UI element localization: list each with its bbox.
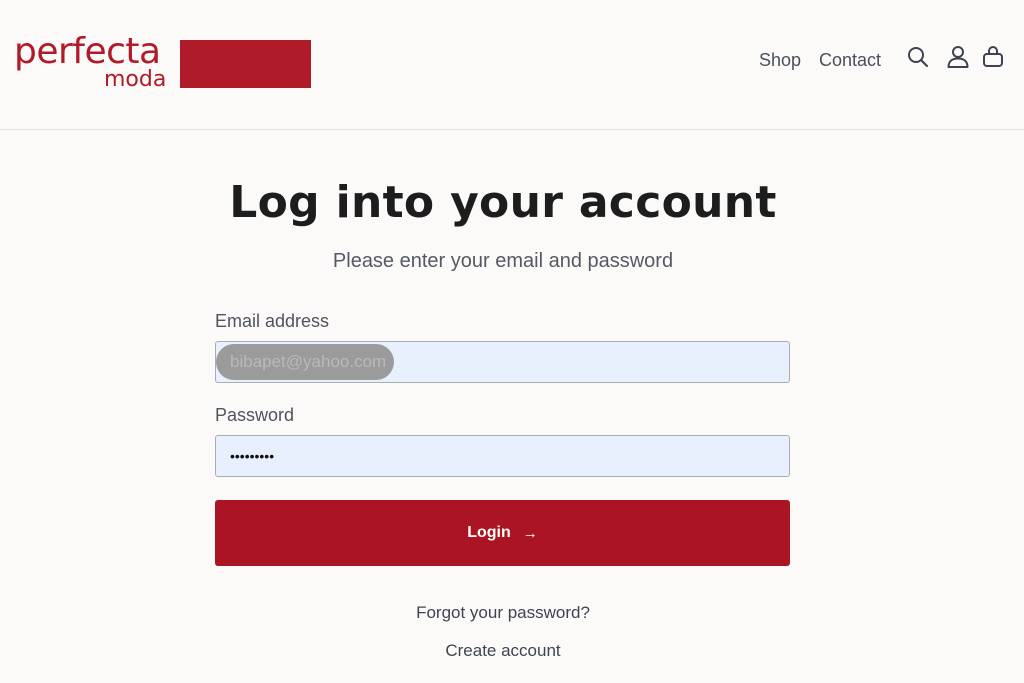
password-label: Password <box>215 405 295 425</box>
site-header: perfecta moda Shop Contact <box>0 0 1024 130</box>
logo-word-perfecta: perfecta <box>14 31 161 72</box>
login-button[interactable]: Login → <box>215 500 790 566</box>
brand-logo[interactable]: perfecta moda <box>14 34 314 94</box>
forgot-password-row: Forgot your password? <box>0 602 1006 624</box>
login-button-label: Login <box>467 524 511 541</box>
password-value: ••••••••• <box>230 448 275 464</box>
email-label: Email address <box>215 311 330 331</box>
logo-word-moda: moda <box>104 67 167 92</box>
arrow-right-icon: → <box>522 524 538 542</box>
page-title: Log into your account <box>229 177 777 228</box>
email-value-redacted: bibapet@yahoo.com <box>216 344 395 380</box>
account-icon[interactable] <box>945 44 971 70</box>
nav-shop-link[interactable]: Shop <box>759 49 801 71</box>
forgot-password-link[interactable]: Forgot your password? <box>416 603 590 622</box>
page-subtitle: Please enter your email and password <box>332 250 674 272</box>
email-field[interactable]: bibapet@yahoo.com <box>215 341 790 383</box>
cart-icon[interactable] <box>980 44 1006 70</box>
search-icon[interactable] <box>905 44 931 70</box>
password-field[interactable]: ••••••••• <box>215 435 790 477</box>
create-account-link[interactable]: Create account <box>445 641 560 660</box>
logo-color-block <box>180 40 311 88</box>
nav-contact-link[interactable]: Contact <box>819 49 881 71</box>
create-account-row: Create account <box>0 640 1006 662</box>
